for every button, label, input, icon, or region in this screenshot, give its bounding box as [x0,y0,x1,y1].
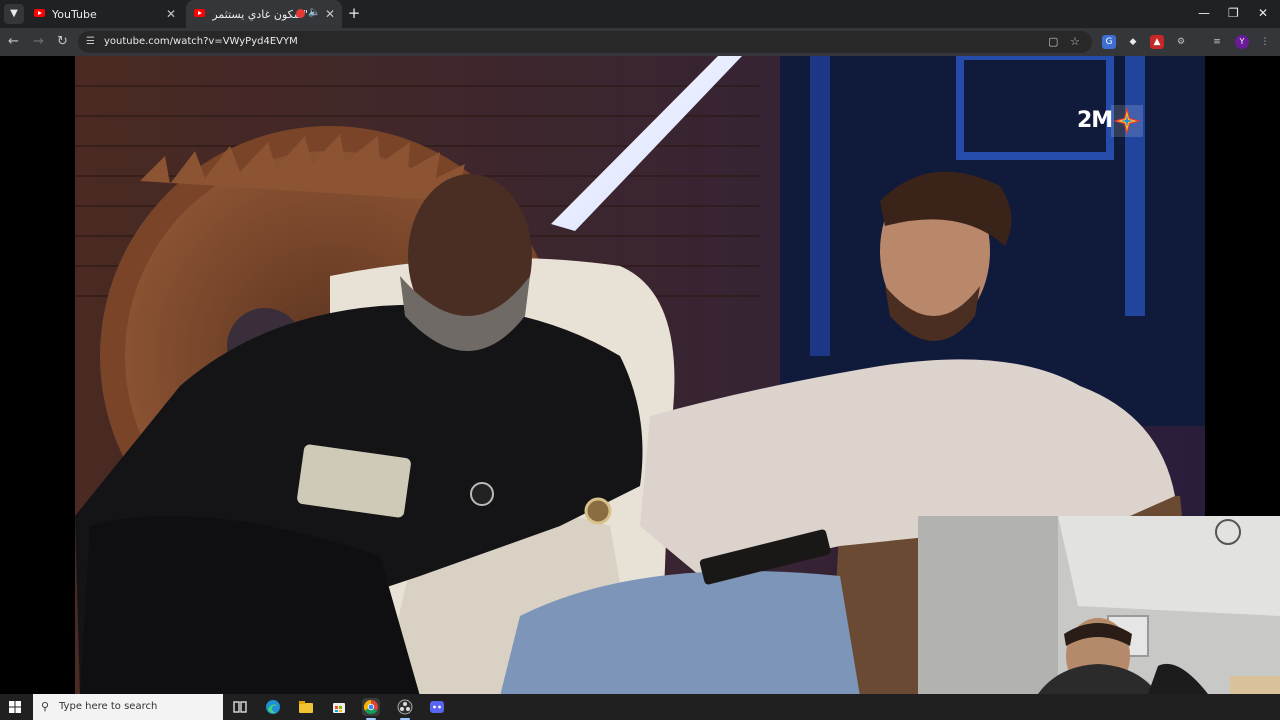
taskbar-search-box[interactable]: ⚲ Type here to search [33,694,223,720]
windows-start-icon[interactable] [9,701,21,713]
video-player[interactable]: 2M [0,56,1280,694]
media-queue-icon[interactable]: ≡ [1210,35,1224,49]
address-bar[interactable]: ☰ youtube.com/watch?v=VWyPyd4EVYM ▢ ☆ [78,31,1092,53]
restore-icon[interactable]: ❐ [1228,6,1239,20]
extensions-puzzle-icon[interactable]: ⚙ [1174,35,1188,49]
tab-search-chevron-down-icon[interactable]: ▼ [4,4,24,24]
extension-red-icon[interactable]: ▲ [1150,35,1164,49]
channel-logo-star-icon [1111,105,1143,137]
youtube-favicon-icon [194,9,205,17]
browser-tab-strip: ▼ YouTube ✕ "شكون غادي يستثمر فمنا... 🔈 … [0,0,1280,28]
microsoft-store-icon[interactable] [330,698,348,716]
translate-extension-icon[interactable]: G [1102,35,1116,49]
file-explorer-icon[interactable] [297,698,315,716]
tab-title: YouTube [52,8,97,21]
edge-browser-icon[interactable] [264,698,282,716]
forward-icon[interactable]: → [33,34,44,50]
menu-kebab-icon[interactable]: ⋮ [1258,35,1272,49]
cast-icon[interactable]: ▢ [1048,35,1058,49]
minimize-icon[interactable]: — [1198,6,1210,20]
browser-toolbar: ← → ↻ ☰ youtube.com/watch?v=VWyPyd4EVYM … [0,28,1280,56]
chrome-icon[interactable] [362,698,380,716]
tab-close-icon[interactable]: ✕ [166,7,176,21]
tab-title: "شكون غادي يستثمر فمنا... [212,8,308,21]
speaker-icon[interactable]: 🔈 [308,7,320,18]
webcam-feed [918,516,1280,694]
tab-active-video[interactable]: "شكون غادي يستثمر فمنا... 🔈 ✕ [186,0,342,28]
discord-icon[interactable] [428,698,446,716]
youtube-favicon-icon [34,9,45,17]
webcam-overlay [918,516,1280,694]
extension-diamond-icon[interactable]: ◆ [1126,35,1140,49]
site-settings-icon[interactable]: ☰ [86,35,95,49]
new-tab-button[interactable]: + [346,5,362,21]
search-icon: ⚲ [41,700,50,713]
windows-taskbar: ⚲ Type here to search [0,694,1280,720]
recording-icon [296,9,305,18]
profile-avatar[interactable]: Y [1235,35,1249,49]
reload-icon[interactable]: ↻ [57,34,68,50]
close-window-icon[interactable]: ✕ [1258,6,1268,20]
tab-close-icon[interactable]: ✕ [325,7,335,21]
tab-youtube[interactable]: YouTube ✕ [26,0,182,28]
obs-studio-icon[interactable] [396,698,414,716]
task-view-icon[interactable] [231,698,249,716]
search-placeholder[interactable]: Type here to search [59,700,157,714]
url-text[interactable]: youtube.com/watch?v=VWyPyd4EVYM [104,35,298,49]
channel-logo-text: 2M [1077,108,1113,133]
back-icon[interactable]: ← [8,34,19,50]
bookmark-star-icon[interactable]: ☆ [1070,35,1080,49]
